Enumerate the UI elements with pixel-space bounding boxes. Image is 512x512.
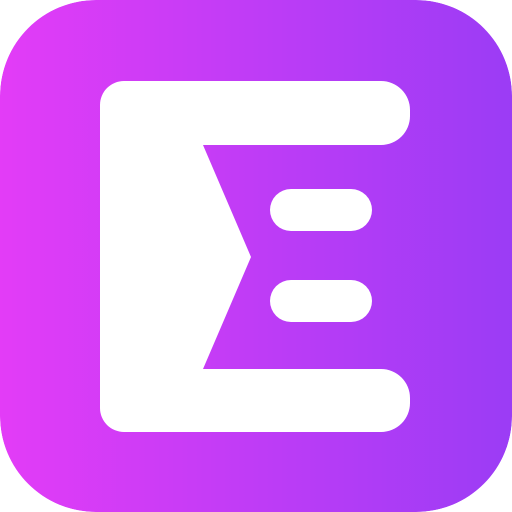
app-icon[interactable] bbox=[0, 0, 512, 512]
letter-e-upper-bar bbox=[270, 189, 372, 231]
letter-e-lower-bar bbox=[270, 280, 372, 322]
icon-background bbox=[0, 0, 512, 512]
letter-e-logo-icon bbox=[0, 0, 512, 512]
